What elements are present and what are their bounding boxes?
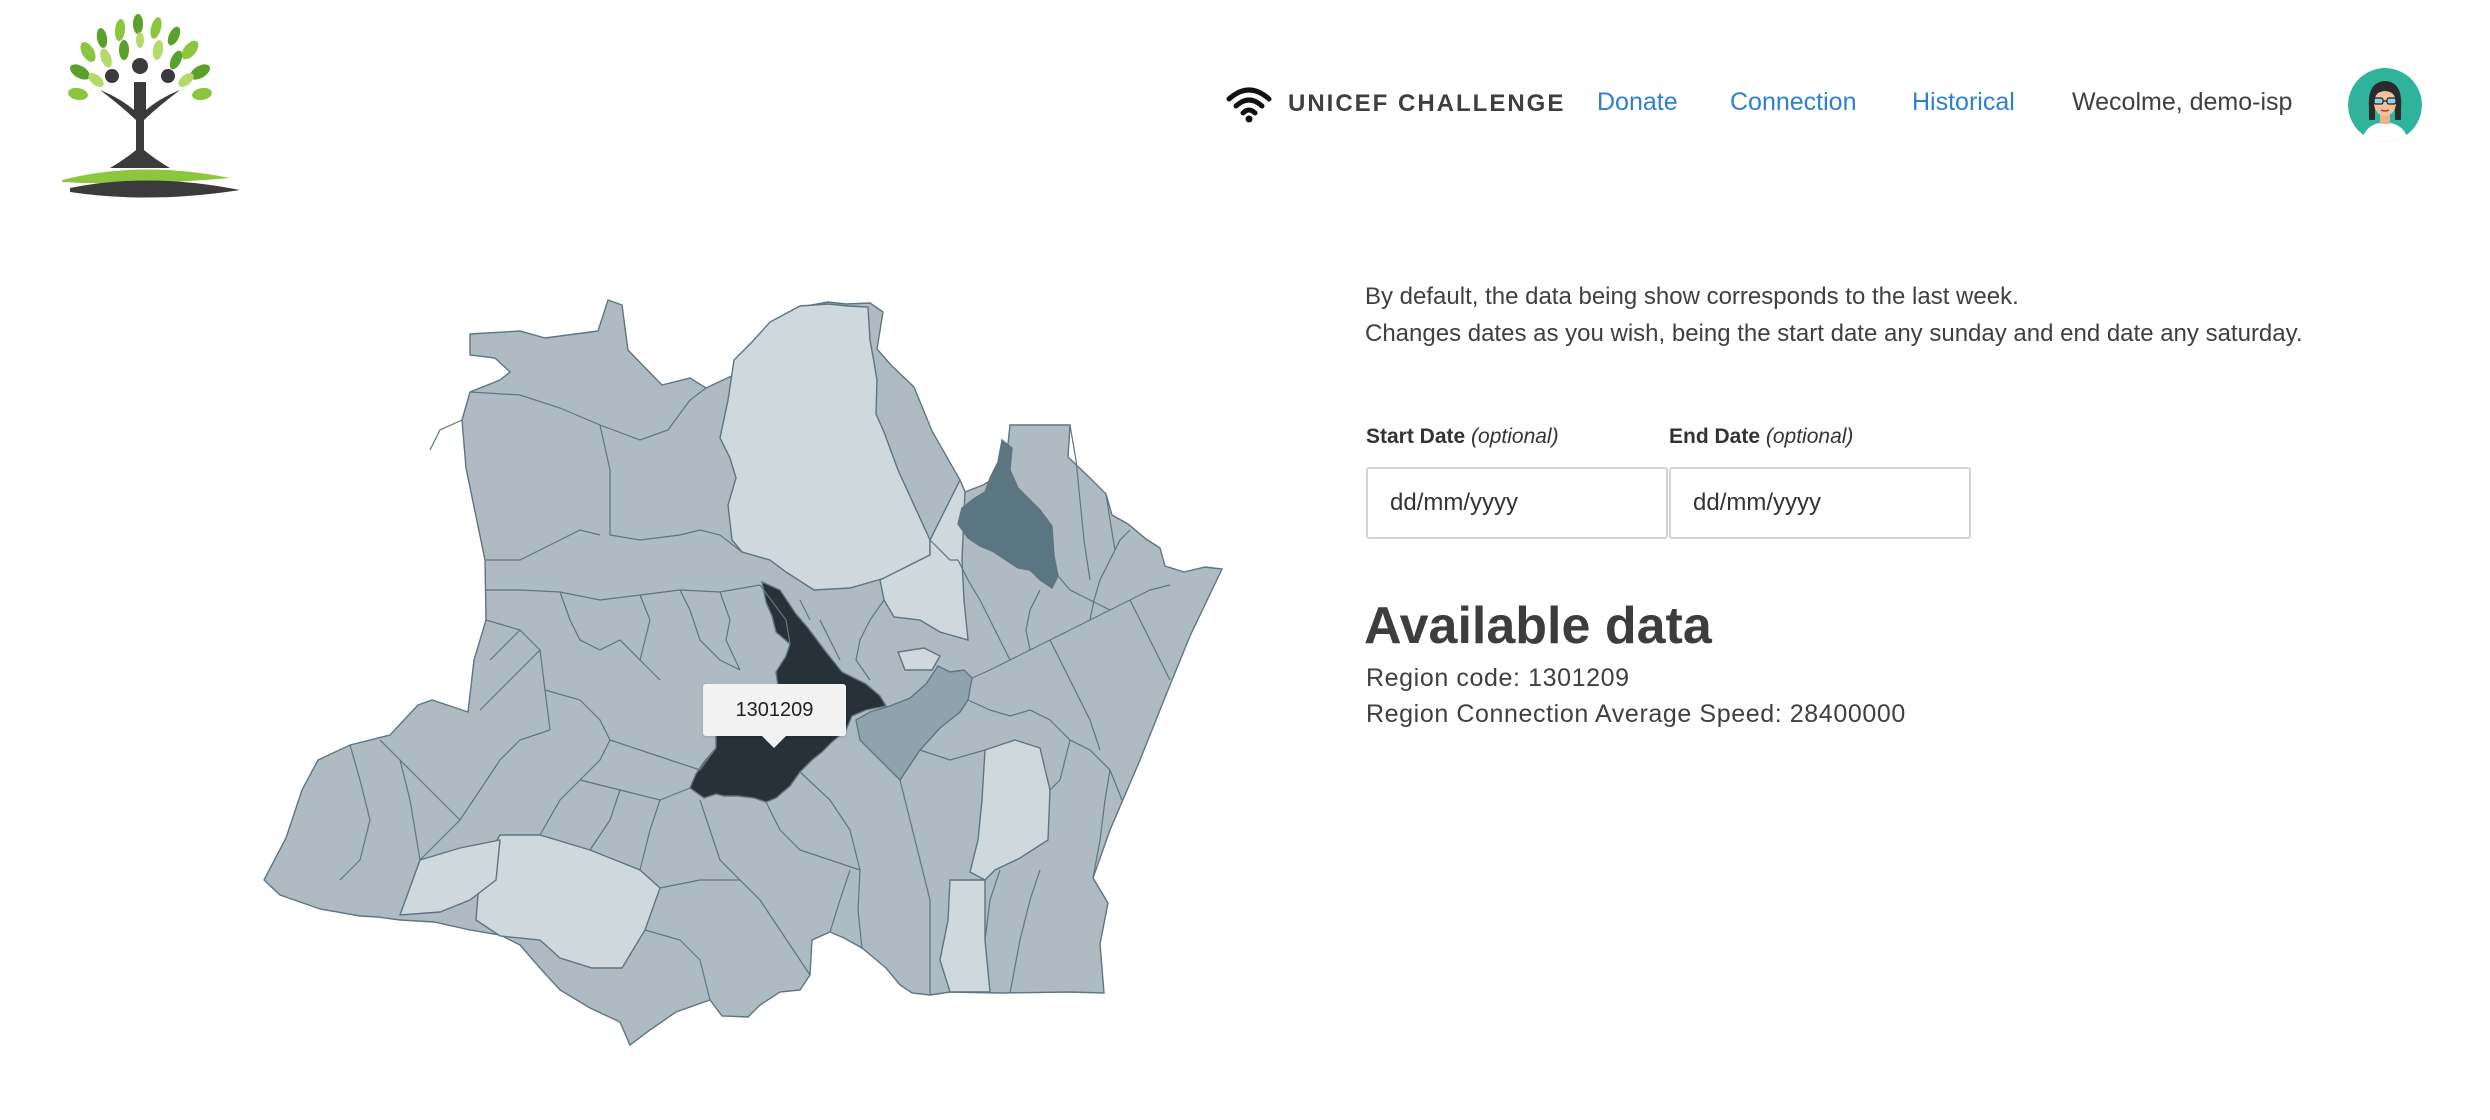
start-date-optional: (optional) bbox=[1471, 425, 1559, 448]
brand[interactable]: UNICEF CHALLENGE bbox=[1226, 84, 1565, 124]
description: By default, the data being show correspo… bbox=[1365, 278, 2303, 352]
start-date-label: Start Date (optional) bbox=[1366, 425, 1559, 449]
map-tooltip-arrow bbox=[762, 736, 786, 748]
tree-logo-icon[interactable] bbox=[40, 10, 240, 200]
welcome-text: Wecolme, demo-isp bbox=[2072, 88, 2293, 116]
region-speed-text: Region Connection Average Speed: 2840000… bbox=[1366, 700, 1906, 728]
description-line-2: Changes dates as you wish, being the sta… bbox=[1365, 320, 2303, 347]
nav-link-connection[interactable]: Connection bbox=[1730, 88, 1856, 117]
nav-link-donate[interactable]: Donate bbox=[1597, 88, 1678, 117]
region-map[interactable] bbox=[0, 280, 1260, 1080]
page: UNICEF CHALLENGE Donate Connection Histo… bbox=[0, 0, 2490, 1120]
wifi-icon bbox=[1226, 85, 1272, 123]
start-date-input[interactable] bbox=[1366, 467, 1668, 539]
end-date-label-text: End Date bbox=[1669, 425, 1761, 448]
nav-link-historical[interactable]: Historical bbox=[1912, 88, 2015, 117]
region-code-text: Region code: 1301209 bbox=[1366, 664, 1630, 692]
user-avatar-icon[interactable] bbox=[2348, 68, 2422, 142]
map-tooltip: 1301209 bbox=[703, 684, 846, 736]
end-date-label: End Date (optional) bbox=[1669, 425, 1853, 449]
start-date-label-text: Start Date bbox=[1366, 425, 1466, 448]
brand-name: UNICEF CHALLENGE bbox=[1288, 90, 1566, 117]
end-date-optional: (optional) bbox=[1765, 425, 1854, 448]
available-data-title: Available data bbox=[1364, 597, 1712, 655]
end-date-input[interactable] bbox=[1669, 467, 1971, 539]
description-line-1: By default, the data being show correspo… bbox=[1365, 283, 2019, 310]
